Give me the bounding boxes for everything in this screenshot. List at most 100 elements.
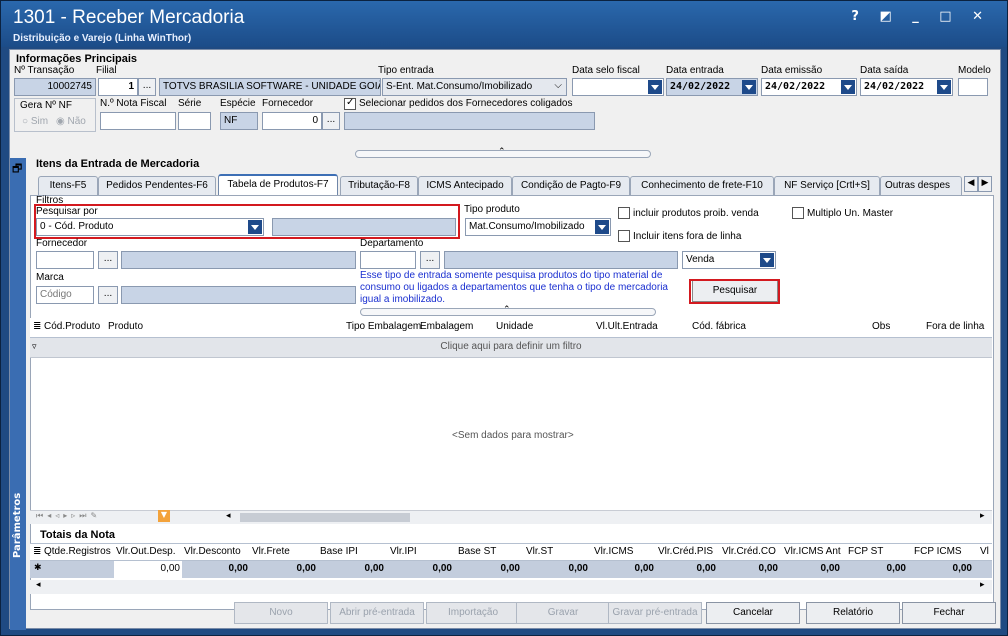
tot-col-base-st: Base ST bbox=[458, 546, 497, 557]
col-cod-fabrica[interactable]: Cód. fábrica bbox=[692, 321, 746, 332]
departamento-field[interactable] bbox=[360, 251, 416, 269]
scroll-right-icon[interactable]: ▸ bbox=[980, 580, 985, 590]
coligados-checkbox[interactable]: ✓ bbox=[344, 97, 356, 110]
cancelar-button[interactable]: Cancelar bbox=[706, 602, 800, 624]
col-embalagem[interactable]: Embalagem bbox=[420, 321, 473, 332]
tab-conhecimento-frete[interactable]: Conhecimento de frete-F10 bbox=[630, 176, 774, 195]
data-selo-field[interactable] bbox=[572, 78, 664, 96]
multiplo-checkbox[interactable] bbox=[792, 207, 804, 219]
nota-fiscal-label: N.º Nota Fiscal bbox=[100, 98, 167, 109]
section-itens: Itens da Entrada de Mercadoria bbox=[36, 158, 200, 170]
filial-field[interactable]: 1 bbox=[98, 78, 138, 96]
abrir-pre-entrada-button[interactable]: Abrir pré-entrada bbox=[330, 602, 424, 624]
fornecedor-field[interactable]: 0 bbox=[262, 112, 322, 130]
col-produto[interactable]: Produto bbox=[108, 321, 143, 332]
col-vl-ult-entrada[interactable]: Vl.Ult.Entrada bbox=[596, 321, 658, 332]
highlight-pesquisar bbox=[34, 204, 460, 239]
data-emissao-value: 24/02/2022 bbox=[765, 81, 826, 92]
relatorio-button[interactable]: Relatório bbox=[806, 602, 900, 624]
serie-field[interactable] bbox=[178, 112, 211, 130]
splitter-handle[interactable]: ⌃ bbox=[355, 147, 651, 158]
grid-menu-icon[interactable]: ≣ bbox=[33, 321, 41, 332]
col-cod-produto[interactable]: Cód.Produto bbox=[44, 321, 100, 332]
window-subtitle: Distribuição e Varejo (Linha WinThor) bbox=[13, 33, 192, 44]
tot-icms-ant: 0,00 bbox=[820, 563, 840, 574]
fornecedor-search-button[interactable]: ... bbox=[322, 112, 340, 130]
data-entrada-field[interactable]: 24/02/2022 bbox=[666, 78, 758, 96]
data-emissao-field[interactable]: 24/02/2022 bbox=[761, 78, 857, 96]
nota-fiscal-field[interactable] bbox=[100, 112, 176, 130]
tot-cred-co: 0,00 bbox=[758, 563, 778, 574]
grid-nav-bar: ⏮◂◃▸▹⏭✎ ▼ ◂ ▸ bbox=[30, 510, 992, 524]
col-tipo-embalagem[interactable]: Tipo Embalagem bbox=[346, 321, 421, 332]
tot-frete: 0,00 bbox=[296, 563, 316, 574]
tab-tributacao[interactable]: Tributação-F8 bbox=[340, 176, 418, 195]
col-fora-linha[interactable]: Fora de linha bbox=[926, 321, 984, 332]
record-navigator-icons[interactable]: ⏮◂◃▸▹⏭✎ bbox=[36, 511, 101, 521]
proib-venda-label: incluir produtos proib. venda bbox=[633, 208, 759, 219]
col-obs[interactable]: Obs bbox=[872, 321, 890, 332]
info-text: Esse tipo de entrada somente pesquisa pr… bbox=[360, 270, 668, 305]
coligados-label: Selecionar pedidos dos Fornecedores coli… bbox=[359, 98, 573, 109]
tab-condicao-pagto[interactable]: Condição de Pagto-F9 bbox=[512, 176, 630, 195]
tab-nf-servico[interactable]: NF Serviço [Crtl+S] bbox=[774, 176, 880, 195]
totais-menu-icon[interactable]: ≣ bbox=[33, 546, 41, 557]
calendar-dropdown-icon[interactable] bbox=[648, 80, 662, 94]
tab-scroll-left-icon[interactable]: ◀ bbox=[964, 176, 978, 192]
window-control-buttons[interactable]: ? ◩ _ □ ✕ bbox=[851, 9, 991, 24]
marca-field[interactable]: Código bbox=[36, 286, 94, 304]
calendar-dropdown-icon[interactable] bbox=[841, 80, 855, 94]
calendar-dropdown-icon[interactable] bbox=[937, 80, 951, 94]
novo-button[interactable]: Novo bbox=[234, 602, 328, 624]
tot-base-ipi: 0,00 bbox=[364, 563, 384, 574]
filtro-fornecedor-field[interactable] bbox=[36, 251, 94, 269]
departamento-button[interactable]: ... bbox=[420, 251, 440, 269]
tab-outras-despesas[interactable]: Outras despes bbox=[880, 176, 962, 195]
totais-label: Totais da Nota bbox=[40, 529, 115, 541]
tab-tabela-produtos[interactable]: Tabela de Produtos-F7 bbox=[218, 174, 338, 195]
filtro-fornecedor-button[interactable]: ... bbox=[98, 251, 118, 269]
chevron-up-icon: ⌃ bbox=[498, 147, 506, 157]
parametros-sidebar[interactable]: Parâmetros bbox=[10, 158, 26, 630]
splitter-handle-2[interactable]: ⌃ bbox=[360, 305, 656, 316]
serie-label: Série bbox=[178, 98, 202, 109]
tab-itens[interactable]: Itens-F5 bbox=[38, 176, 98, 195]
col-unidade[interactable]: Unidade bbox=[496, 321, 533, 332]
venda-select[interactable]: Venda bbox=[682, 251, 776, 269]
gravar-pre-entrada-button[interactable]: Gravar pré-entrada bbox=[608, 602, 702, 624]
chevron-down-icon: ⌵ bbox=[554, 80, 562, 91]
data-entrada-label: Data entrada bbox=[666, 65, 724, 76]
data-saida-field[interactable]: 24/02/2022 bbox=[860, 78, 953, 96]
dropdown-arrow-icon bbox=[760, 253, 774, 267]
funnel-icon[interactable]: ▿ bbox=[32, 342, 37, 352]
filter-icon[interactable]: ▼ bbox=[158, 510, 170, 522]
window-title: 1301 - Receber Mercadoria bbox=[13, 7, 245, 28]
tipo-produto-select[interactable]: Mat.Consumo/Imobilizado bbox=[465, 218, 611, 236]
scroll-left-icon[interactable]: ◂ bbox=[226, 511, 231, 521]
proib-venda-checkbox[interactable] bbox=[618, 207, 630, 219]
totais-scrollbar[interactable]: ◂ ▸ bbox=[30, 580, 992, 594]
filial-search-button[interactable]: ... bbox=[138, 78, 156, 96]
tot-col-ipi: Vlr.IPI bbox=[390, 546, 417, 557]
radio-nao[interactable]: ◉ Não bbox=[56, 116, 86, 127]
importacao-button[interactable]: Importação bbox=[426, 602, 520, 624]
calendar-dropdown-icon[interactable] bbox=[742, 80, 756, 94]
h-scroll-thumb[interactable] bbox=[240, 513, 410, 522]
scroll-right-icon[interactable]: ▸ bbox=[980, 511, 985, 521]
tab-pedidos-pendentes[interactable]: Pedidos Pendentes-F6 bbox=[98, 176, 216, 195]
filtro-fornecedor-name bbox=[121, 251, 356, 269]
restore-panel-icon[interactable]: 🗗 bbox=[12, 160, 22, 179]
marca-button[interactable]: ... bbox=[98, 286, 118, 304]
modelo-field[interactable] bbox=[958, 78, 988, 96]
dropdown-arrow-icon bbox=[595, 220, 609, 234]
tab-icms-antecipado[interactable]: ICMS Antecipado bbox=[418, 176, 512, 195]
scroll-left-icon[interactable]: ◂ bbox=[36, 580, 41, 590]
gravar-button[interactable]: Gravar bbox=[516, 602, 610, 624]
radio-sim[interactable]: ○ Sim bbox=[22, 116, 48, 127]
fora-linha-checkbox[interactable] bbox=[618, 230, 630, 242]
fechar-button[interactable]: Fechar bbox=[902, 602, 996, 624]
tipo-entrada-select[interactable]: S-Ent. Mat.Consumo/Imobilizado ⌵ bbox=[382, 78, 567, 96]
filter-row[interactable]: Clique aqui para definir um filtro bbox=[30, 338, 992, 358]
tab-scroll-right-icon[interactable]: ▶ bbox=[978, 176, 992, 192]
tipo-entrada-label: Tipo entrada bbox=[378, 65, 434, 76]
